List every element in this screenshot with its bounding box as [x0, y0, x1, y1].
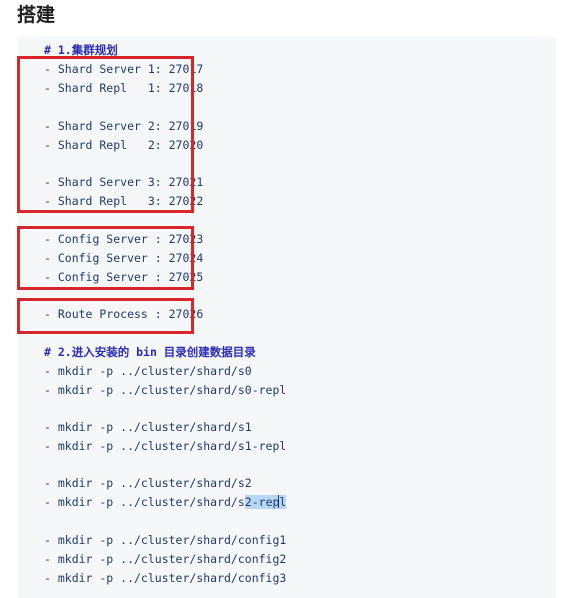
comment-create-dirs: # 2.进入安装的 bin 目录创建数据目录	[44, 345, 256, 359]
code-line-prefix: - mkdir -p ../cluster/shard/s	[44, 495, 245, 509]
code-line-mkdir-s1-repl: - mkdir -p ../cluster/shard/s1-repl	[44, 439, 287, 453]
code-line-mkdir-s2-repl: - mkdir -p ../cluster/shard/s2-repl	[44, 493, 287, 512]
code-line-mkdir-config3: - mkdir -p ../cluster/shard/config3	[44, 571, 287, 585]
text-selection[interactable]: 2-rep	[244, 495, 280, 509]
section-heading: 搭建	[17, 4, 56, 26]
code-line-mkdir-config1: - mkdir -p ../cluster/shard/config1	[44, 533, 287, 547]
code-line-mkdir-s0: - mkdir -p ../cluster/shard/s0	[44, 364, 252, 378]
highlight-box-shards	[17, 56, 194, 213]
code-line-mkdir-s2: - mkdir -p ../cluster/shard/s2	[44, 476, 252, 490]
code-line-mkdir-config2: - mkdir -p ../cluster/shard/config2	[44, 552, 287, 566]
code-line-mkdir-s0-repl: - mkdir -p ../cluster/shard/s0-repl	[44, 383, 287, 397]
code-line-suffix: l	[279, 495, 287, 509]
code-line-mkdir-s1: - mkdir -p ../cluster/shard/s1	[44, 420, 252, 434]
highlight-box-route-process	[17, 298, 194, 334]
highlight-box-config-servers	[17, 226, 194, 290]
